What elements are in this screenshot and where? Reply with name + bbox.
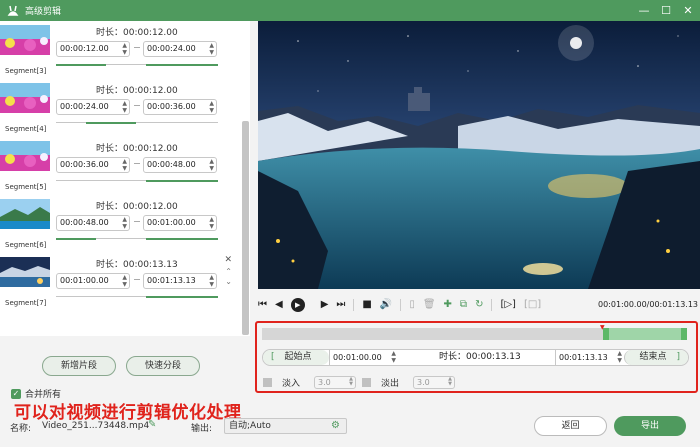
segment-label: Segment[5] (5, 183, 47, 191)
segment-end-field[interactable]: 00:01:00.00 ▲ ▼ (143, 215, 217, 231)
trim-end-field[interactable]: 00:01:13.13 ▲ ▼ (555, 350, 625, 365)
segment-start-field[interactable]: 00:00:48.00 ▲ ▼ (56, 215, 130, 231)
checkmark-icon: ✓ (11, 388, 21, 399)
trim-start-field[interactable]: 00:01:00.00 ▲ ▼ (329, 350, 399, 365)
fade-out-checkbox[interactable] (362, 378, 371, 387)
fade-out-input[interactable]: 3.0 ▲ ▼ (413, 376, 456, 389)
segment-start-field[interactable]: 00:00:12.00 ▲ ▼ (56, 41, 130, 57)
segment-progress (56, 121, 218, 124)
trim-selection[interactable] (603, 328, 687, 340)
segment-label: Segment[3] (5, 67, 47, 75)
copy-icon[interactable]: ⧉ (460, 296, 467, 314)
segment-start-field[interactable]: 00:00:24.00 ▲ ▼ (56, 99, 130, 115)
trim-timeline[interactable]: ▼ (262, 324, 687, 340)
title-bar: 高级剪辑 — ☐ ✕ (0, 0, 700, 21)
skip-start-icon[interactable]: ⏮ (258, 296, 267, 314)
segment-label: Segment[7] (5, 299, 47, 307)
export-button[interactable]: 导出 (614, 416, 686, 436)
split-icon[interactable]: ▯ (409, 296, 415, 314)
segment-end-field[interactable]: 00:00:24.00 ▲ ▼ (143, 41, 217, 57)
list-item[interactable]: Segment[6] 时长：00:00:12.00 00:00:48.00 ▲ ▼ … (0, 195, 240, 253)
fade-in-input[interactable]: 3.0 ▲ ▼ (314, 376, 357, 389)
window-title: 高级剪辑 (25, 7, 62, 17)
bracket-right-icon: ] (676, 352, 680, 362)
mark-out-icon[interactable]: [□] (524, 296, 541, 314)
output-select[interactable]: 自动;Auto ⚙ (224, 418, 347, 434)
reset-icon[interactable]: ↻ (475, 296, 483, 314)
quick-split-button[interactable]: 快速分段 (126, 356, 200, 376)
segment-progress (56, 237, 218, 240)
maximize-icon[interactable]: ☐ (660, 0, 672, 21)
fade-in-checkbox[interactable] (263, 378, 272, 387)
back-button[interactable]: 返回 (534, 416, 607, 436)
volume-icon[interactable]: 🔊 (380, 296, 392, 314)
segment-end-field[interactable]: 00:00:48.00 ▲ ▼ (143, 157, 217, 173)
new-segment-button[interactable]: 新增片段 (42, 356, 116, 376)
list-item[interactable]: Segment[3] 时长：00:00:12.00 00:00:12.00 ▲ ▼ … (0, 21, 240, 79)
segment-end-field[interactable]: 00:01:13.13 ▲ ▼ (143, 273, 217, 289)
segment-label: Segment[6] (5, 241, 47, 249)
segment-duration: 时长：00:00:13.13 (96, 260, 178, 270)
segment-duration: 时长：00:00:12.00 (96, 28, 178, 38)
fade-in-control[interactable]: 淡入 3.0 ▲ ▼ (263, 376, 357, 389)
mark-in-icon[interactable]: [▷] (500, 296, 516, 314)
segment-progress (56, 179, 218, 182)
segment-list: Segment[3] 时长：00:00:12.00 00:00:12.00 ▲ ▼ … (0, 21, 250, 336)
close-icon[interactable]: ✕ (224, 255, 232, 265)
segment-duration: 时长：00:00:12.00 (96, 202, 178, 212)
fade-out-label: 淡出 (381, 379, 400, 389)
bracket-left-icon: [ (271, 352, 275, 362)
segment-thumbnail (0, 83, 50, 113)
trim-time-row: [起始点 00:01:00.00 ▲ ▼ 时长：00:00:13.13 00:01:… (262, 349, 689, 366)
fade-in-label: 淡入 (282, 379, 301, 389)
prev-frame-icon[interactable]: ◀ (275, 296, 283, 314)
segment-start-field[interactable]: 00:01:00.00 ▲ ▼ (56, 273, 130, 289)
next-frame-icon[interactable]: ▶ (321, 296, 329, 314)
chevron-up-icon[interactable]: ⌃ (225, 267, 232, 276)
segment-duration: 时长：00:00:12.00 (96, 144, 178, 154)
player-controls: ⏮ ◀ ▶ ▶ ⏭ ■ 🔊 ▯ 🗑 ✚ ⧉ ↻ [▷] [□] 00:01:00… (258, 296, 698, 314)
list-item-active[interactable]: Segment[7] 时长：00:00:13.13 00:01:00.00 ▲ ▼ … (0, 253, 240, 311)
play-icon[interactable]: ▶ (290, 298, 305, 312)
segment-thumbnail (0, 199, 50, 229)
chevron-down-icon[interactable]: ⌄ (225, 277, 232, 286)
list-item[interactable]: Segment[4] 时长：00:00:12.00 00:00:24.00 ▲ ▼ … (0, 79, 240, 137)
set-end-button[interactable]: 结束点] (624, 350, 688, 365)
trim-duration: 时长：00:00:13.13 (439, 352, 521, 362)
add-icon[interactable]: ✚ (444, 296, 452, 314)
segment-label: Segment[4] (5, 125, 47, 133)
segment-duration: 时长：00:00:12.00 (96, 86, 178, 96)
video-preview (258, 21, 700, 289)
segment-progress (56, 63, 218, 66)
fade-out-control[interactable]: 淡出 3.0 ▲ ▼ (362, 376, 456, 389)
footer-bar: 名称: Video_251...73448.mp4 ✎ 输出: 自动;Auto ⚙… (0, 416, 700, 447)
segment-start-field[interactable]: 00:00:36.00 ▲ ▼ (56, 157, 130, 173)
delete-icon[interactable]: 🗑 (423, 296, 436, 314)
segment-thumbnail (0, 257, 50, 287)
segment-end-field[interactable]: 00:00:36.00 ▲ ▼ (143, 99, 217, 115)
name-label: 名称: (10, 424, 32, 434)
set-start-button[interactable]: [起始点 (263, 350, 329, 365)
minimize-icon[interactable]: — (638, 0, 650, 21)
stop-icon[interactable]: ■ (362, 296, 371, 314)
segment-thumbnail (0, 141, 50, 171)
skip-end-icon[interactable]: ⏭ (336, 296, 345, 314)
player-timecode: 00:01:00.00/00:01:13.13 (598, 300, 698, 309)
segment-progress (56, 295, 218, 298)
close-icon[interactable]: ✕ (682, 0, 694, 21)
rabbit-logo-icon (6, 4, 20, 18)
segment-thumbnail (0, 25, 50, 55)
output-label: 输出: (191, 424, 213, 434)
file-name: Video_251...73448.mp4 (42, 421, 150, 431)
gear-icon[interactable]: ⚙ (331, 419, 340, 433)
edit-icon[interactable]: ✎ (148, 419, 156, 430)
list-item[interactable]: Segment[5] 时长：00:00:12.00 00:00:36.00 ▲ ▼ … (0, 137, 240, 195)
scrollbar[interactable] (242, 121, 249, 335)
